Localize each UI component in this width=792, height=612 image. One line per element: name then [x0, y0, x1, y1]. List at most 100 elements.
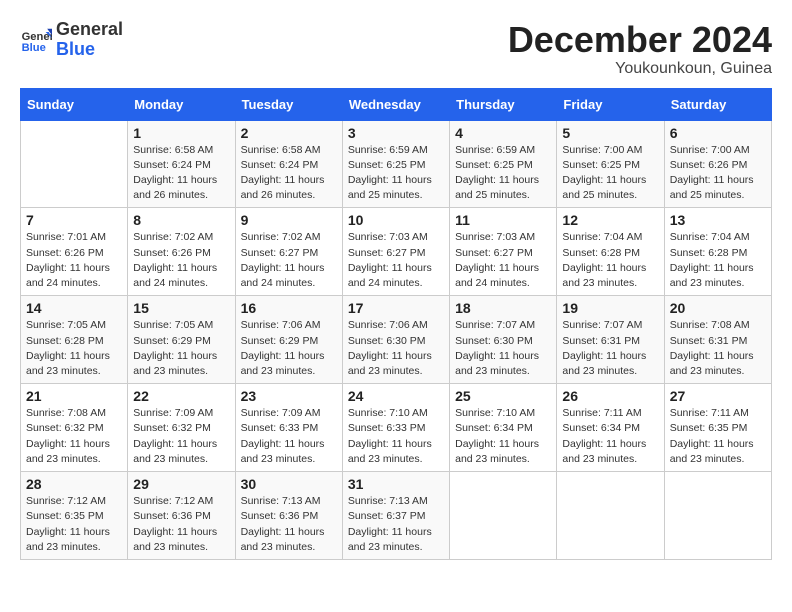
day-info: Sunrise: 7:13 AMSunset: 6:36 PMDaylight:… — [241, 494, 337, 555]
day-info: Sunrise: 7:03 AMSunset: 6:27 PMDaylight:… — [348, 230, 444, 291]
logo-blue-text: Blue — [56, 39, 95, 59]
day-info: Sunrise: 7:07 AMSunset: 6:31 PMDaylight:… — [562, 318, 658, 379]
day-info: Sunrise: 7:07 AMSunset: 6:30 PMDaylight:… — [455, 318, 551, 379]
day-info: Sunrise: 7:12 AMSunset: 6:36 PMDaylight:… — [133, 494, 229, 555]
day-number: 31 — [348, 476, 444, 492]
day-info: Sunrise: 7:04 AMSunset: 6:28 PMDaylight:… — [670, 230, 766, 291]
calendar-cell — [664, 472, 771, 560]
day-number: 4 — [455, 125, 551, 141]
header-wednesday: Wednesday — [342, 88, 449, 120]
day-info: Sunrise: 7:10 AMSunset: 6:34 PMDaylight:… — [455, 406, 551, 467]
day-info: Sunrise: 6:59 AMSunset: 6:25 PMDaylight:… — [348, 143, 444, 204]
day-info: Sunrise: 7:12 AMSunset: 6:35 PMDaylight:… — [26, 494, 122, 555]
logo: General Blue General Blue — [20, 20, 123, 60]
day-number: 11 — [455, 212, 551, 228]
day-number: 5 — [562, 125, 658, 141]
calendar-week-row: 28 Sunrise: 7:12 AMSunset: 6:35 PMDayligh… — [21, 472, 772, 560]
day-info: Sunrise: 6:59 AMSunset: 6:25 PMDaylight:… — [455, 143, 551, 204]
day-number: 25 — [455, 388, 551, 404]
day-number: 28 — [26, 476, 122, 492]
location: Youkounkoun, Guinea — [508, 60, 772, 78]
day-number: 22 — [133, 388, 229, 404]
calendar-cell: 25 Sunrise: 7:10 AMSunset: 6:34 PMDayligh… — [450, 384, 557, 472]
header-thursday: Thursday — [450, 88, 557, 120]
day-number: 24 — [348, 388, 444, 404]
calendar-cell: 17 Sunrise: 7:06 AMSunset: 6:30 PMDayligh… — [342, 296, 449, 384]
month-title: December 2024 — [508, 20, 772, 60]
calendar-cell: 23Sunrise: 7:09 AMSunset: 6:33 PMDayligh… — [235, 384, 342, 472]
calendar-cell: 14Sunrise: 7:05 AMSunset: 6:28 PMDayligh… — [21, 296, 128, 384]
calendar-cell: 28 Sunrise: 7:12 AMSunset: 6:35 PMDayligh… — [21, 472, 128, 560]
calendar-cell: 3 Sunrise: 6:59 AMSunset: 6:25 PMDaylight… — [342, 120, 449, 208]
calendar-cell: 18 Sunrise: 7:07 AMSunset: 6:30 PMDayligh… — [450, 296, 557, 384]
calendar-cell: 2 Sunrise: 6:58 AMSunset: 6:24 PMDaylight… — [235, 120, 342, 208]
calendar-cell: 6Sunrise: 7:00 AMSunset: 6:26 PMDaylight… — [664, 120, 771, 208]
calendar-cell: 9Sunrise: 7:02 AMSunset: 6:27 PMDaylight… — [235, 208, 342, 296]
header-saturday: Saturday — [664, 88, 771, 120]
calendar-cell: 20 Sunrise: 7:08 AMSunset: 6:31 PMDayligh… — [664, 296, 771, 384]
day-number: 2 — [241, 125, 337, 141]
calendar-cell: 26Sunrise: 7:11 AMSunset: 6:34 PMDayligh… — [557, 384, 664, 472]
day-number: 9 — [241, 212, 337, 228]
day-info: Sunrise: 7:05 AMSunset: 6:29 PMDaylight:… — [133, 318, 229, 379]
day-info: Sunrise: 7:00 AMSunset: 6:26 PMDaylight:… — [670, 143, 766, 204]
day-number: 29 — [133, 476, 229, 492]
calendar-table: SundayMondayTuesdayWednesdayThursdayFrid… — [20, 88, 772, 560]
day-number: 21 — [26, 388, 122, 404]
calendar-cell: 7Sunrise: 7:01 AMSunset: 6:26 PMDaylight… — [21, 208, 128, 296]
calendar-cell: 22 Sunrise: 7:09 AMSunset: 6:32 PMDayligh… — [128, 384, 235, 472]
calendar-cell: 15Sunrise: 7:05 AMSunset: 6:29 PMDayligh… — [128, 296, 235, 384]
calendar-cell: 24 Sunrise: 7:10 AMSunset: 6:33 PMDayligh… — [342, 384, 449, 472]
day-info: Sunrise: 7:13 AMSunset: 6:37 PMDaylight:… — [348, 494, 444, 555]
calendar-week-row: 1 Sunrise: 6:58 AMSunset: 6:24 PMDaylight… — [21, 120, 772, 208]
day-info: Sunrise: 7:11 AMSunset: 6:35 PMDaylight:… — [670, 406, 766, 467]
calendar-cell: 16Sunrise: 7:06 AMSunset: 6:29 PMDayligh… — [235, 296, 342, 384]
day-number: 1 — [133, 125, 229, 141]
day-info: Sunrise: 7:08 AMSunset: 6:31 PMDaylight:… — [670, 318, 766, 379]
svg-text:Blue: Blue — [22, 42, 46, 54]
day-number: 14 — [26, 300, 122, 316]
logo-general-text: General — [56, 19, 123, 39]
day-number: 10 — [348, 212, 444, 228]
calendar-cell: 4 Sunrise: 6:59 AMSunset: 6:25 PMDaylight… — [450, 120, 557, 208]
day-number: 13 — [670, 212, 766, 228]
calendar-cell: 13 Sunrise: 7:04 AMSunset: 6:28 PMDayligh… — [664, 208, 771, 296]
day-number: 17 — [348, 300, 444, 316]
calendar-cell — [557, 472, 664, 560]
day-info: Sunrise: 7:09 AMSunset: 6:32 PMDaylight:… — [133, 406, 229, 467]
day-info: Sunrise: 7:02 AMSunset: 6:26 PMDaylight:… — [133, 230, 229, 291]
page-header: General Blue General Blue December 2024 … — [20, 20, 772, 78]
calendar-cell: 12 Sunrise: 7:04 AMSunset: 6:28 PMDayligh… — [557, 208, 664, 296]
calendar-cell: 8 Sunrise: 7:02 AMSunset: 6:26 PMDaylight… — [128, 208, 235, 296]
day-number: 18 — [455, 300, 551, 316]
day-info: Sunrise: 6:58 AMSunset: 6:24 PMDaylight:… — [133, 143, 229, 204]
day-number: 20 — [670, 300, 766, 316]
day-info: Sunrise: 7:06 AMSunset: 6:29 PMDaylight:… — [241, 318, 337, 379]
calendar-cell: 1 Sunrise: 6:58 AMSunset: 6:24 PMDaylight… — [128, 120, 235, 208]
day-number: 27 — [670, 388, 766, 404]
calendar-cell — [450, 472, 557, 560]
day-info: Sunrise: 7:10 AMSunset: 6:33 PMDaylight:… — [348, 406, 444, 467]
header-monday: Monday — [128, 88, 235, 120]
calendar-week-row: 14Sunrise: 7:05 AMSunset: 6:28 PMDayligh… — [21, 296, 772, 384]
day-info: Sunrise: 7:06 AMSunset: 6:30 PMDaylight:… — [348, 318, 444, 379]
day-info: Sunrise: 7:00 AMSunset: 6:25 PMDaylight:… — [562, 143, 658, 204]
calendar-cell: 21 Sunrise: 7:08 AMSunset: 6:32 PMDayligh… — [21, 384, 128, 472]
calendar-week-row: 21 Sunrise: 7:08 AMSunset: 6:32 PMDayligh… — [21, 384, 772, 472]
day-number: 12 — [562, 212, 658, 228]
day-info: Sunrise: 7:04 AMSunset: 6:28 PMDaylight:… — [562, 230, 658, 291]
calendar-cell: 31 Sunrise: 7:13 AMSunset: 6:37 PMDayligh… — [342, 472, 449, 560]
calendar-cell — [21, 120, 128, 208]
day-info: Sunrise: 6:58 AMSunset: 6:24 PMDaylight:… — [241, 143, 337, 204]
header-friday: Friday — [557, 88, 664, 120]
day-number: 8 — [133, 212, 229, 228]
day-number: 26 — [562, 388, 658, 404]
day-info: Sunrise: 7:08 AMSunset: 6:32 PMDaylight:… — [26, 406, 122, 467]
logo-icon: General Blue — [20, 24, 52, 56]
day-number: 19 — [562, 300, 658, 316]
calendar-cell: 10 Sunrise: 7:03 AMSunset: 6:27 PMDayligh… — [342, 208, 449, 296]
day-number: 3 — [348, 125, 444, 141]
day-info: Sunrise: 7:09 AMSunset: 6:33 PMDaylight:… — [241, 406, 337, 467]
calendar-cell: 19 Sunrise: 7:07 AMSunset: 6:31 PMDayligh… — [557, 296, 664, 384]
calendar-cell: 29 Sunrise: 7:12 AMSunset: 6:36 PMDayligh… — [128, 472, 235, 560]
